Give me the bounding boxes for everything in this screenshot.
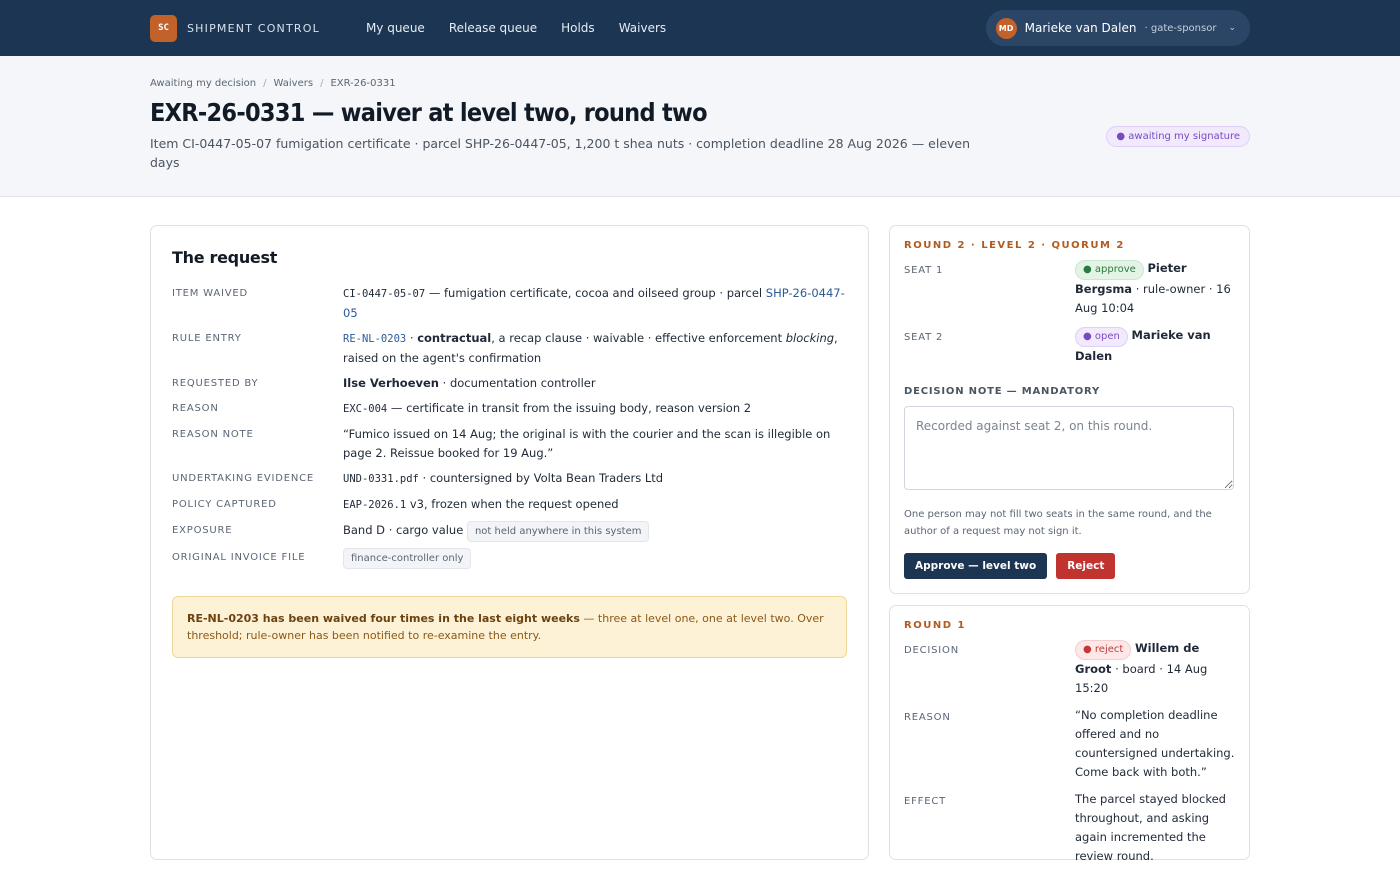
request-details: ITEM WAIVED CI-0447-05-07 — fumigation c… — [172, 281, 847, 572]
requested-by-value: Ilse Verhoeven · documentation controlle… — [343, 371, 847, 396]
avatar: MD — [995, 17, 1017, 39]
seat-2-label: SEAT 2 — [904, 332, 944, 343]
item-code: CI-0447-05-07 — [343, 288, 426, 300]
requested-by-label: REQUESTED BY — [172, 378, 259, 389]
approve-chip: ● approve — [1075, 260, 1144, 280]
item-desc: — fumigation certificate, cocoa and oils… — [425, 286, 766, 300]
undertaking-text: · countersigned by Volta Bean Traders Lt… — [418, 471, 664, 485]
round-2-seats: SEAT 1 ● approve Pieter Bergsma · rule-o… — [904, 259, 1235, 374]
rule-entry-label: RULE ENTRY — [172, 333, 242, 344]
decision-note-field[interactable] — [904, 406, 1234, 490]
seat-1-value: ● approve Pieter Bergsma · rule-owner · … — [1075, 259, 1235, 326]
request-card: The request ITEM WAIVED CI-0447-05-07 — … — [150, 225, 869, 860]
user-name: Marieke van Dalen — [1024, 21, 1137, 35]
undertaking-file[interactable]: UND-0331.pdf — [343, 473, 419, 485]
decision-label: DECISION — [904, 645, 959, 656]
rule-sep: · — [406, 331, 418, 345]
rule-enforcement: blocking — [785, 331, 835, 345]
decision-value: ● reject Willem de Groot · board · 14 Au… — [1075, 639, 1235, 706]
page-header: Awaiting my decision / Waivers / EXR-26-… — [0, 56, 1400, 197]
reason-label: REASON — [172, 403, 219, 414]
rule-kind: contractual — [417, 331, 492, 345]
breadcrumb-awaiting[interactable]: Awaiting my decision — [150, 78, 256, 89]
brand[interactable]: SC SHIPMENT CONTROL — [150, 14, 320, 42]
open-chip: ● open — [1075, 327, 1128, 347]
policy-code: EAP-2026.1 — [343, 499, 407, 511]
policy-text: v3, frozen when the request opened — [406, 497, 619, 511]
exposure-text: Band D · cargo value — [343, 523, 467, 537]
round-2-heading: ROUND 2 · LEVEL 2 · QUORUM 2 — [904, 240, 1125, 251]
status-badge: ● awaiting my signature — [1106, 126, 1250, 147]
breadcrumb-separator: / — [320, 78, 324, 89]
page-title: EXR-26-0331 — waiver at level two, round… — [150, 98, 708, 127]
decision-note-label: DECISION NOTE — MANDATORY — [904, 386, 1100, 397]
reason-note-value: “Fumico issued on 14 Aug; the original i… — [343, 427, 831, 460]
request-title: The request — [172, 248, 278, 267]
requester-name: Ilse Verhoeven — [343, 376, 439, 390]
undertaking-label: UNDERTAKING EVIDENCE — [172, 473, 315, 484]
round-1-card: ROUND 1 DECISION ● reject Willem de Groo… — [889, 605, 1250, 863]
reason-value: EXC-004 — certificate in transit from th… — [343, 396, 847, 422]
breadcrumb-current: EXR-26-0331 — [330, 78, 396, 89]
item-waived-label: ITEM WAIVED — [172, 288, 248, 299]
warning-strong: RE-NL-0203 has been waived four times in… — [187, 612, 580, 625]
user-role: · gate-sponsor — [1144, 22, 1217, 34]
item-waived-value: CI-0447-05-07 — fumigation certificate, … — [343, 281, 847, 326]
reject-button[interactable]: Reject — [1056, 553, 1116, 579]
reject-chip: ● reject — [1075, 640, 1132, 660]
rule-code-link[interactable]: RE-NL-0203 — [343, 333, 406, 345]
main-nav: My queue Release queue Holds Waivers — [366, 21, 666, 35]
breadcrumb: Awaiting my decision / Waivers / EXR-26-… — [150, 78, 1250, 89]
round-1-reason-label: REASON — [904, 712, 951, 723]
chevron-down-icon: ⌄ — [1228, 23, 1236, 33]
reason-text: — certificate in transit from the issuin… — [387, 401, 752, 415]
round-1-reason-value: “No completion deadline offered and no c… — [1075, 708, 1235, 779]
waiver-frequency-warning: RE-NL-0203 has been waived four times in… — [172, 596, 847, 658]
invoice-tag: finance-controller only — [343, 548, 472, 569]
approve-button[interactable]: Approve — level two — [904, 553, 1048, 579]
invoice-value: finance-controller only — [343, 545, 847, 572]
seat-2-value: ● open Marieke van Dalen — [1075, 326, 1235, 374]
breadcrumb-separator: / — [263, 78, 267, 89]
breadcrumb-waivers[interactable]: Waivers — [274, 78, 314, 89]
reason-note-label: REASON NOTE — [172, 429, 254, 440]
brand-logo: SC — [150, 14, 177, 42]
decision-buttons: Approve — level two Reject — [904, 553, 1235, 579]
policy-value: EAP-2026.1 v3, frozen when the request o… — [343, 492, 847, 518]
seat-rule-help: One person may not fill two seats in the… — [904, 509, 1212, 537]
reason-code: EXC-004 — [343, 403, 388, 415]
exposure-label: EXPOSURE — [172, 525, 233, 536]
exposure-value: Band D · cargo value not held anywhere i… — [343, 518, 847, 545]
nav-release-queue[interactable]: Release queue — [449, 21, 537, 35]
nav-my-queue[interactable]: My queue — [366, 21, 425, 35]
nav-waivers[interactable]: Waivers — [619, 21, 666, 35]
requester-role: · documentation controller — [438, 376, 596, 390]
effect-value: The parcel stayed blocked throughout, an… — [1075, 792, 1226, 863]
rule-entry-value: RE-NL-0203 · contractual, a recap clause… — [343, 326, 847, 371]
exposure-tag: not held anywhere in this system — [466, 521, 650, 542]
invoice-label: ORIGINAL INVOICE FILE — [172, 552, 306, 563]
undertaking-value: UND-0331.pdf · countersigned by Volta Be… — [343, 466, 847, 492]
round-1-heading: ROUND 1 — [904, 620, 966, 631]
seat-1-label: SEAT 1 — [904, 265, 944, 276]
top-nav-bar: SC SHIPMENT CONTROL My queue Release que… — [0, 0, 1400, 56]
nav-holds[interactable]: Holds — [561, 21, 595, 35]
user-menu[interactable]: MD Marieke van Dalen · gate-sponsor ⌄ — [985, 10, 1250, 46]
rule-text1: , a recap clause · waivable · effective … — [491, 331, 786, 345]
round-2-card: ROUND 2 · LEVEL 2 · QUORUM 2 SEAT 1 ● ap… — [889, 225, 1250, 594]
brand-name: SHIPMENT CONTROL — [187, 21, 320, 35]
page-subtitle: Item CI-0447-05-07 fumigation certificat… — [150, 136, 971, 170]
round-1-details: DECISION ● reject Willem de Groot · boar… — [904, 639, 1235, 874]
effect-label: EFFECT — [904, 796, 947, 807]
policy-label: POLICY CAPTURED — [172, 499, 277, 510]
